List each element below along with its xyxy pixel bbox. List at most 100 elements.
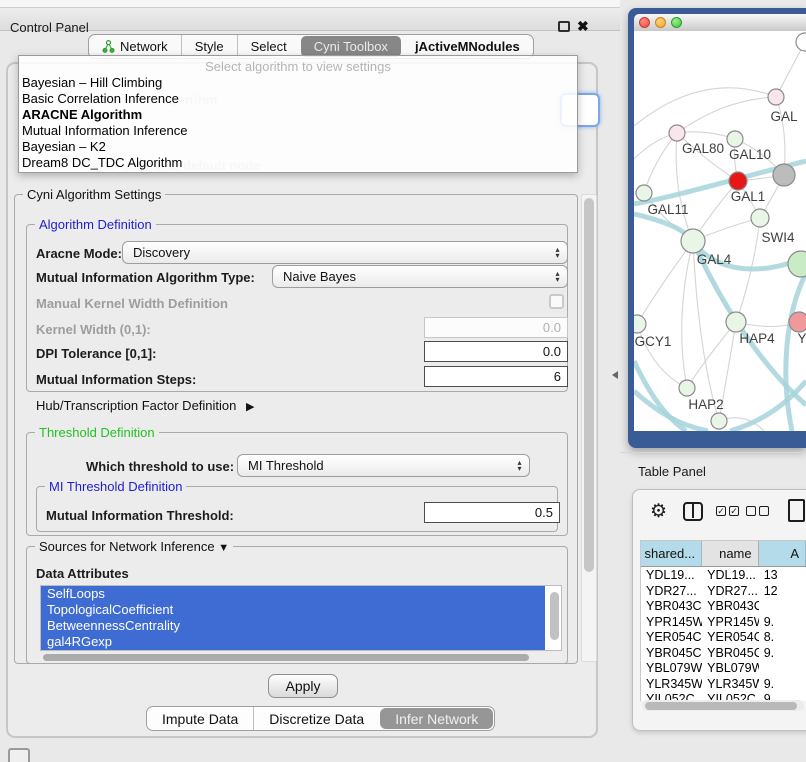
network-edge[interactable] [682, 241, 693, 388]
attribute-item[interactable]: TopologicalCoefficient [41, 602, 545, 618]
network-canvas[interactable]: GALGAL80GAL10GAL1GAL11SWI4GAL4GCY1HAP4YH… [634, 31, 806, 431]
network-node-hap2[interactable] [679, 380, 695, 396]
network-edge[interactable] [687, 322, 736, 388]
algorithm-definition-title: Algorithm Definition [35, 217, 156, 232]
dpi-tolerance-label: DPI Tolerance [0,1]: [36, 346, 156, 361]
scrollbar-thumb[interactable] [43, 654, 529, 661]
table-horizontal-scrollbar[interactable] [642, 700, 804, 711]
algorithm-option[interactable]: ARACNE Algorithm [19, 107, 577, 123]
table-cell: 8. [759, 629, 806, 645]
network-node-gal4[interactable] [681, 229, 705, 253]
mi-threshold-definition-title: MI Threshold Definition [45, 479, 186, 494]
close-icon[interactable]: ✖ [577, 18, 589, 35]
aracne-mode-combobox[interactable]: Discovery ▴▾ [122, 241, 568, 264]
close-traffic-light-icon[interactable] [639, 17, 650, 28]
tab-impute-data[interactable]: Impute Data [147, 707, 253, 730]
mi-algorithm-type-combobox[interactable]: Naive Bayes ▴▾ [272, 265, 568, 288]
column-header-3[interactable]: A [759, 541, 806, 566]
attributes-horizontal-scrollbar[interactable] [40, 653, 562, 662]
spinner-arrows-icon: ▴▾ [551, 271, 567, 283]
top-strip [0, 0, 620, 8]
network-node[interactable] [796, 33, 806, 51]
network-node-gal10[interactable] [727, 131, 743, 147]
mi-steps-field[interactable]: 6 [424, 366, 568, 387]
network-node[interactable] [711, 413, 727, 429]
algorithm-option[interactable]: Bayesian – Hill Climbing [19, 75, 577, 91]
network-edge[interactable] [730, 381, 806, 431]
node-label-gcy1: GCY1 [635, 334, 672, 349]
data-attributes-list[interactable]: SelfLoopsTopologicalCoefficientBetweenne… [40, 585, 562, 651]
attributes-vertical-scrollbar[interactable] [550, 589, 559, 647]
cyni-algorithm-settings-title: Cyni Algorithm Settings [23, 187, 165, 202]
table-row[interactable]: YDR27...YDR27...12 [641, 583, 806, 599]
network-node-gal[interactable] [768, 89, 784, 105]
deselect-all-columns-icon[interactable] [746, 506, 769, 516]
tab-discretize-data[interactable]: Discretize Data [253, 707, 379, 730]
column-header-2[interactable]: name [702, 541, 759, 566]
algorithm-option[interactable]: Bayesian – K2 [19, 139, 577, 155]
mi-threshold-field[interactable]: 0.5 [424, 502, 560, 523]
attribute-item[interactable]: gal4RGexp [41, 634, 545, 650]
document-icon[interactable] [788, 499, 805, 522]
network-node-gal1[interactable] [729, 172, 747, 190]
manual-kernel-width-checkbox[interactable] [549, 294, 564, 309]
node-label-gal1: GAL1 [731, 189, 766, 204]
table-row[interactable]: YBR043CYBR043C [641, 598, 806, 614]
table-row[interactable]: YBR045CYBR045C9. [641, 645, 806, 661]
expanded-arrow-icon[interactable]: ▼ [218, 542, 229, 554]
table-row[interactable]: YER054CYER054C8. [641, 629, 806, 645]
scrollbar-thumb[interactable] [550, 592, 559, 640]
tab-cyni-toolbox[interactable]: Cyni Toolbox [301, 36, 401, 57]
network-node[interactable] [788, 251, 806, 277]
scrollbar-thumb[interactable] [645, 702, 797, 710]
settings-vertical-scrollbar[interactable] [581, 194, 597, 662]
network-node-y[interactable] [789, 312, 806, 332]
algorithm-option[interactable]: Mutual Information Inference [19, 123, 577, 139]
apply-button[interactable]: Apply [268, 674, 338, 698]
table-header-row: shared...nameA [641, 541, 806, 567]
gear-icon[interactable]: ⚙ [650, 500, 667, 523]
attribute-item[interactable]: BetweennessCentrality [41, 618, 545, 634]
node-label-gal4: GAL4 [697, 252, 732, 267]
tab-infer-network[interactable]: Infer Network [380, 708, 493, 729]
scrollbar-thumb[interactable] [584, 198, 594, 572]
network-edge[interactable] [677, 97, 776, 133]
dpi-tolerance-field[interactable]: 0.0 [424, 341, 568, 362]
network-node-hap4[interactable] [726, 312, 746, 332]
hub-transcription-factor-toggle[interactable]: Hub/Transcription Factor Definition ▶ [36, 398, 254, 413]
network-node-gal11[interactable] [636, 185, 652, 201]
checked-checkbox-icon: ✓ [716, 506, 726, 516]
table-row[interactable]: YDL19...YDL19...13 [641, 567, 806, 583]
table-row[interactable]: YLR345WYLR345W9. [641, 676, 806, 692]
column-layout-icon[interactable] [683, 502, 703, 521]
network-edge[interactable] [786, 273, 806, 431]
table-row[interactable]: YPR145WYPR145W9. [641, 614, 806, 630]
attribute-item[interactable]: SelfLoops [41, 586, 545, 602]
network-node[interactable] [773, 164, 795, 186]
select-all-columns-icon[interactable]: ✓ ✓ [716, 506, 739, 516]
network-node-gcy1[interactable] [634, 315, 646, 333]
panel-divider-collapse-icon[interactable] [612, 371, 618, 379]
mi-algorithm-type-label: Mutual Information Algorithm Type: [36, 270, 255, 285]
column-header-1[interactable]: shared... [641, 541, 702, 566]
table-cell: YDL19... [702, 567, 759, 583]
kernel-width-field[interactable]: 0.0 [424, 317, 568, 338]
which-threshold-combobox[interactable]: MI Threshold ▴▾ [237, 454, 530, 477]
algorithm-dropdown-placeholder: Select algorithm to view settings [19, 56, 577, 75]
float-window-icon[interactable] [558, 21, 570, 32]
network-edge[interactable] [644, 133, 677, 193]
network-edge[interactable] [634, 88, 776, 126]
network-node-swi4[interactable] [751, 209, 769, 227]
algorithm-option[interactable]: Basic Correlation Inference [19, 91, 577, 107]
table-row[interactable]: YBL079WYBL079W [641, 660, 806, 676]
minimize-traffic-light-icon[interactable] [655, 17, 666, 28]
network-node-gal80[interactable] [669, 125, 685, 141]
network-edge[interactable] [677, 132, 735, 139]
zoom-traffic-light-icon[interactable] [671, 17, 682, 28]
mini-corner-button[interactable] [8, 748, 30, 762]
unchecked-checkbox-icon [746, 506, 756, 516]
application-window: Control Panel ✖ NetworkStyleSelectCyni T… [0, 0, 806, 762]
table-toolbar: ⚙ ✓ ✓ [640, 500, 806, 534]
algorithm-option[interactable]: Dream8 DC_TDC Algorithm [19, 155, 577, 171]
table-cell [759, 660, 806, 676]
